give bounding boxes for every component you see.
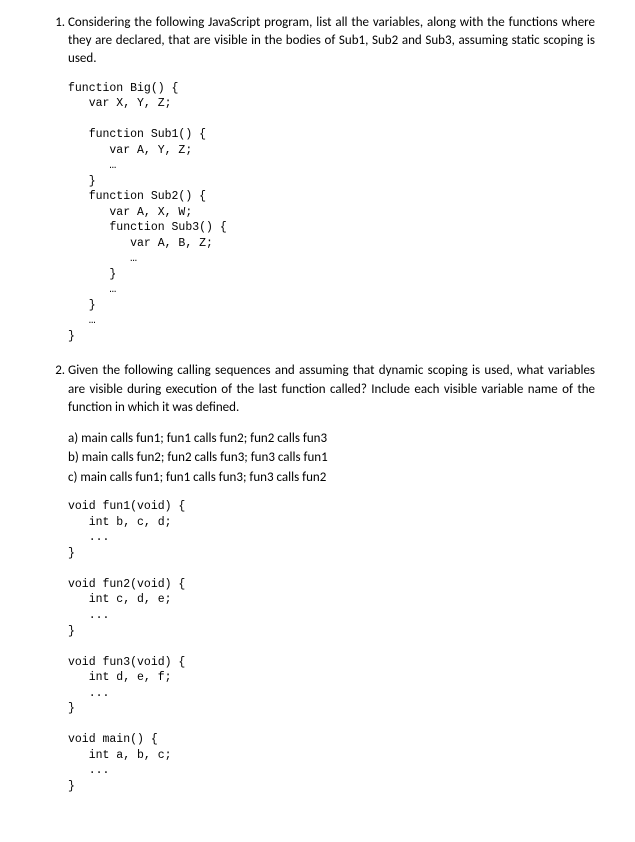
- question-2: Given the following calling sequences an…: [68, 362, 595, 794]
- question-2-item-a: a) main calls fun1; fun1 calls fun2; fun…: [68, 429, 595, 449]
- question-1-code: function Big() { var X, Y, Z; function S…: [68, 81, 595, 345]
- question-2-code: void fun1(void) { int b, c, d; ... } voi…: [68, 499, 595, 794]
- question-2-item-c: c) main calls fun1; fun1 calls fun3; fun…: [68, 468, 595, 488]
- question-2-item-b: b) main calls fun2; fun2 calls fun3; fun…: [68, 448, 595, 468]
- question-2-subitems: a) main calls fun1; fun1 calls fun2; fun…: [68, 429, 595, 488]
- question-1: Considering the following JavaScript pro…: [68, 14, 595, 344]
- question-1-text: Considering the following JavaScript pro…: [68, 14, 595, 69]
- question-2-text: Given the following calling sequences an…: [68, 362, 595, 417]
